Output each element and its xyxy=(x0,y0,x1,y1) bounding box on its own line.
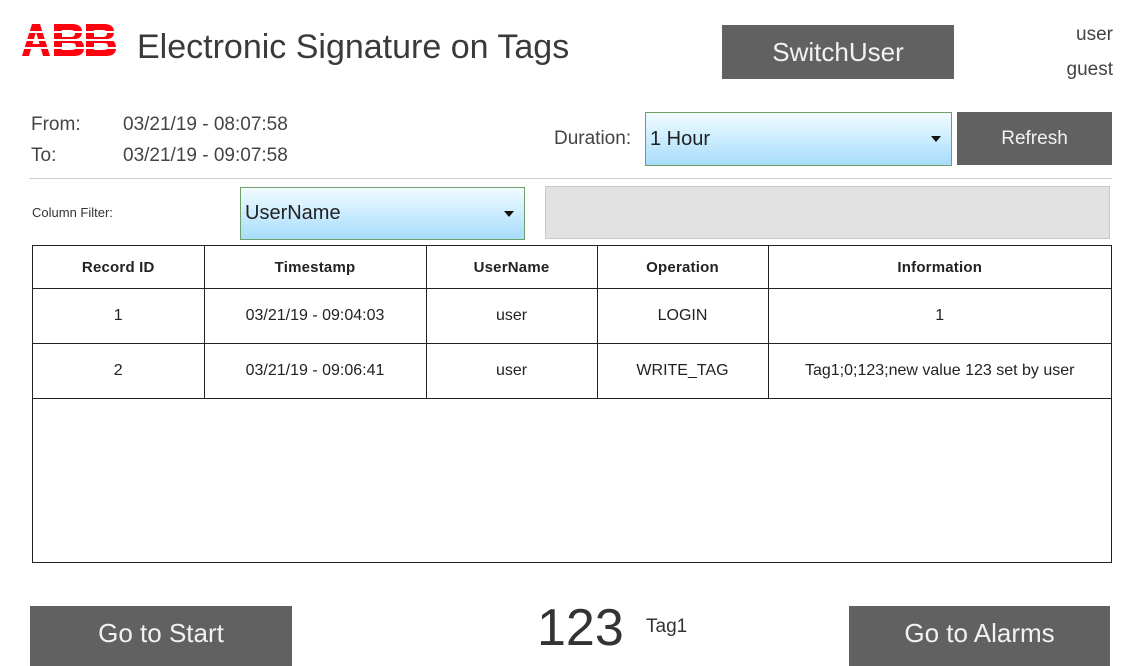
user-role: user xyxy=(1076,24,1113,45)
column-filter-select[interactable]: UserName xyxy=(240,187,525,240)
cell-operation: LOGIN xyxy=(597,288,769,344)
column-filter-label: Column Filter: xyxy=(32,205,113,220)
go-to-alarms-button[interactable]: Go to Alarms xyxy=(849,606,1110,666)
page-title: Electronic Signature on Tags xyxy=(137,28,570,66)
duration-label: Duration: xyxy=(554,128,632,149)
go-to-start-button[interactable]: Go to Start xyxy=(30,606,292,666)
cell-username: user xyxy=(426,288,598,344)
cell-information: Tag1;0;123;new value 123 set by user xyxy=(768,343,1111,399)
from-label: From: xyxy=(31,114,81,135)
user-name: guest xyxy=(1066,59,1113,80)
cell-information: 1 xyxy=(768,288,1111,344)
table-row[interactable]: 1 03/21/19 - 09:04:03 user LOGIN 1 xyxy=(33,288,1111,344)
to-label: To: xyxy=(31,145,57,166)
from-value: 03/21/19 - 08:07:58 xyxy=(123,114,288,135)
column-header-record-id[interactable]: Record ID xyxy=(33,246,205,289)
cell-record-id: 1 xyxy=(33,288,205,344)
cell-timestamp: 03/21/19 - 09:04:03 xyxy=(204,288,427,344)
tag-value: 123 xyxy=(537,599,624,657)
column-header-timestamp[interactable]: Timestamp xyxy=(204,246,427,289)
column-header-operation[interactable]: Operation xyxy=(597,246,769,289)
cell-record-id: 2 xyxy=(33,343,205,399)
to-value: 03/21/19 - 09:07:58 xyxy=(123,145,288,166)
cell-operation: WRITE_TAG xyxy=(597,343,769,399)
chevron-down-icon xyxy=(504,210,514,217)
duration-selected-value: 1 Hour xyxy=(650,127,711,150)
column-header-information[interactable]: Information xyxy=(768,246,1111,289)
refresh-button[interactable]: Refresh xyxy=(957,112,1112,165)
switch-user-button[interactable]: SwitchUser xyxy=(722,25,954,79)
cell-username: user xyxy=(426,343,598,399)
divider xyxy=(29,178,1112,179)
table-header-row: Record ID Timestamp UserName Operation I… xyxy=(33,246,1111,289)
duration-select[interactable]: 1 Hour xyxy=(645,112,952,166)
cell-timestamp: 03/21/19 - 09:06:41 xyxy=(204,343,427,399)
filter-text-input[interactable] xyxy=(545,186,1110,239)
abb-logo xyxy=(20,24,118,56)
tag-name: Tag1 xyxy=(646,616,688,637)
records-table[interactable]: Record ID Timestamp UserName Operation I… xyxy=(32,245,1112,563)
column-filter-selected-value: UserName xyxy=(245,202,341,224)
chevron-down-icon xyxy=(931,136,941,142)
table-row[interactable]: 2 03/21/19 - 09:06:41 user WRITE_TAG Tag… xyxy=(33,343,1111,399)
column-header-username[interactable]: UserName xyxy=(426,246,598,289)
